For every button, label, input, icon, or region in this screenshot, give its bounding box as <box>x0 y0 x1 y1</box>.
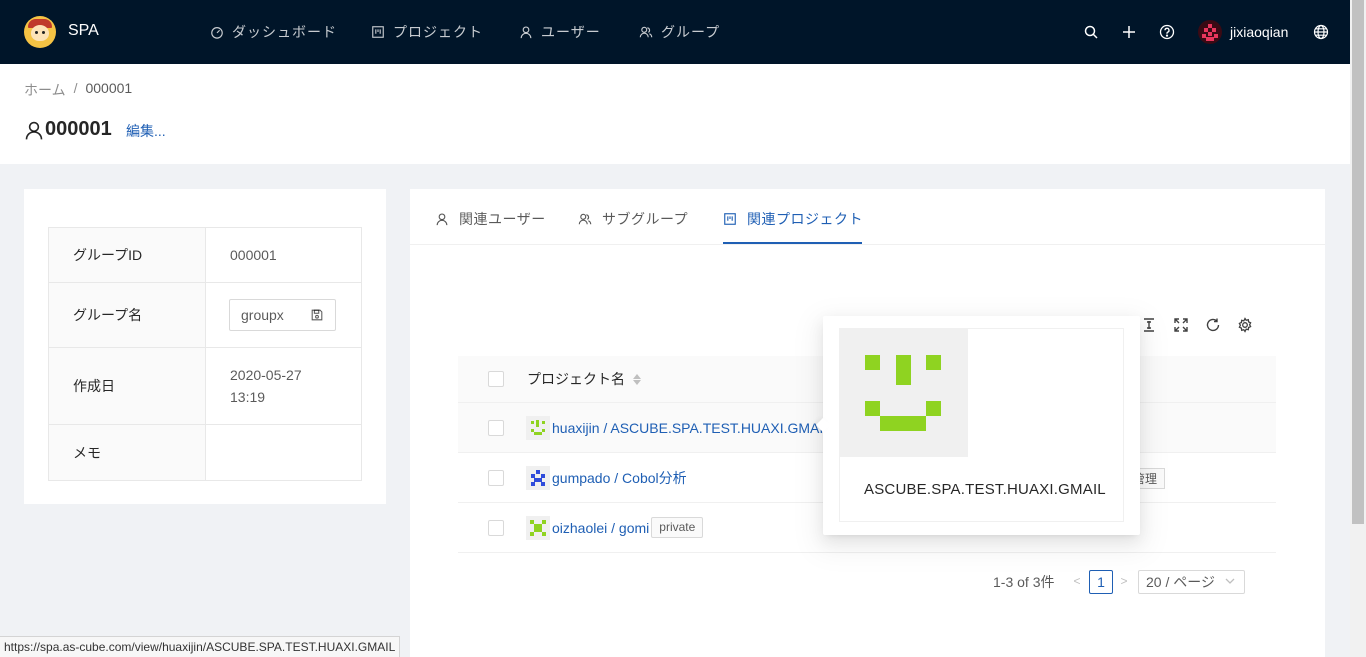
reload-icon[interactable] <box>1204 316 1222 334</box>
tab-active-indicator <box>723 242 862 244</box>
page-header: ホーム / 000001 000001 編集... <box>0 64 1350 164</box>
project-avatar <box>526 515 550 540</box>
created-value: 2020-05-27 13:19 <box>206 348 361 424</box>
page-title-text: 000001 <box>45 118 112 140</box>
desc-label: メモ <box>49 425 206 480</box>
row-checkbox[interactable] <box>488 419 504 436</box>
page-size-select[interactable]: 20 / ページ <box>1138 570 1245 594</box>
desc-label: グループ名 <box>49 283 206 347</box>
project-preview-popover: ASCUBE.SPA.TEST.HUAXI.GMAIL <box>815 316 1140 535</box>
breadcrumb-home[interactable]: ホーム <box>24 80 66 100</box>
brand-name: SPA <box>68 22 99 39</box>
browser-status-url: https://spa.as-cube.com/view/huaxijin/AS… <box>0 636 401 657</box>
breadcrumb-current: 000001 <box>85 80 133 96</box>
pagination-total: 1-3 of 3件 <box>993 574 1055 590</box>
memo-value <box>206 425 361 480</box>
group-name-input[interactable]: groupx <box>229 299 336 331</box>
desc-row-id: グループID 000001 <box>49 228 361 283</box>
nav-group[interactable]: グループ <box>639 20 720 44</box>
project-cell: huaxijin / ASCUBE.SPA.TEST.HUAXI.GMAIL <box>526 415 831 440</box>
tab-related-users[interactable]: 関連ユーザー <box>435 209 546 229</box>
plus-icon[interactable] <box>1119 22 1139 42</box>
column-header-label: プロジェクト名 <box>527 371 625 387</box>
project-avatar <box>526 465 550 490</box>
group-name-value: groupx <box>241 307 284 323</box>
pagination-prev[interactable]: < <box>1070 574 1084 588</box>
user-icon <box>436 213 448 226</box>
nav-dashboard[interactable]: ダッシュボード <box>210 20 337 44</box>
nav-label: プロジェクト <box>393 24 483 40</box>
chevron-down-icon <box>1225 578 1235 584</box>
group-descriptions: グループID 000001 グループ名 groupx 作成日 2020-05-2… <box>48 227 362 481</box>
created-time: 13:19 <box>230 389 266 405</box>
nav-label: ダッシュボード <box>232 24 337 40</box>
visibility-tag: private <box>651 517 704 538</box>
row-checkbox[interactable] <box>488 519 504 536</box>
dashboard-icon <box>211 27 223 39</box>
project-cell: oizhaolei / gomi private <box>526 515 704 540</box>
page-size-value: 20 / ページ <box>1146 574 1215 590</box>
nav-project[interactable]: プロジェクト <box>371 20 483 44</box>
logo[interactable] <box>24 16 56 48</box>
tab-subgroups[interactable]: サブグループ <box>578 209 688 229</box>
edit-link[interactable]: 編集... <box>126 121 166 141</box>
tab-bar: 関連ユーザー サブグループ 関連プロジェクト <box>410 189 1325 245</box>
avatar <box>1198 20 1222 44</box>
team-icon <box>639 26 653 38</box>
pagination-page-1[interactable]: 1 <box>1089 570 1113 594</box>
top-navigation-bar: SPA ダッシュボード プロジェクト ユーザー グループ jixiaoqian <box>0 0 1350 64</box>
group-name-cell: groupx <box>206 283 361 347</box>
user-name: jixiaoqian <box>1230 24 1289 40</box>
pagination-next[interactable]: > <box>1117 574 1131 588</box>
project-icon <box>372 26 384 38</box>
nav-user[interactable]: ユーザー <box>519 20 601 44</box>
project-cell: gumpado / Cobol分析 <box>526 465 687 490</box>
save-icon[interactable] <box>310 308 324 322</box>
project-icon <box>724 213 736 225</box>
help-icon[interactable] <box>1157 22 1177 42</box>
project-link[interactable]: gumpado / Cobol分析 <box>552 468 687 488</box>
desc-label: 作成日 <box>49 348 206 424</box>
column-height-icon[interactable] <box>1140 316 1158 334</box>
search-icon[interactable] <box>1081 22 1101 42</box>
project-link[interactable]: huaxijin / ASCUBE.SPA.TEST.HUAXI.GMAIL <box>552 420 831 436</box>
tab-label: 関連ユーザー <box>459 211 546 227</box>
user-menu[interactable]: jixiaoqian <box>1198 20 1288 44</box>
project-avatar <box>526 415 550 440</box>
user-icon <box>25 121 43 139</box>
desc-row-created: 作成日 2020-05-27 13:19 <box>49 348 361 425</box>
tab-label: 関連プロジェクト <box>747 211 863 227</box>
sort-icon[interactable] <box>633 373 641 385</box>
project-identicon <box>840 329 968 457</box>
popover-project-title: ASCUBE.SPA.TEST.HUAXI.GMAIL <box>864 481 1106 498</box>
globe-icon[interactable] <box>1311 22 1331 42</box>
tab-related-projects[interactable]: 関連プロジェクト <box>723 209 863 229</box>
breadcrumb-separator: / <box>73 80 78 96</box>
tab-label: サブグループ <box>602 211 689 227</box>
row-checkbox[interactable] <box>488 469 504 486</box>
scrollbar-thumb[interactable] <box>1352 0 1364 524</box>
nav-label: グループ <box>661 24 721 40</box>
desc-row-memo: メモ <box>49 425 361 480</box>
page-title: 000001 <box>24 118 112 141</box>
team-icon <box>578 213 592 225</box>
project-link[interactable]: oizhaolei / gomi <box>552 520 649 536</box>
desc-row-name: グループ名 groupx <box>49 283 361 348</box>
column-header-project-name[interactable]: プロジェクト名 <box>527 369 641 389</box>
user-icon <box>520 26 532 39</box>
breadcrumb: ホーム / 000001 <box>24 80 132 100</box>
fullscreen-icon[interactable] <box>1172 316 1190 334</box>
group-info-card: グループID 000001 グループ名 groupx 作成日 2020-05-2… <box>24 189 386 504</box>
nav-label: ユーザー <box>541 24 601 40</box>
desc-label: グループID <box>49 228 206 282</box>
settings-icon[interactable] <box>1236 316 1254 334</box>
group-id-value: 000001 <box>230 247 277 263</box>
project-preview-card[interactable]: ASCUBE.SPA.TEST.HUAXI.GMAIL <box>839 328 1124 522</box>
select-all-checkbox[interactable] <box>488 371 504 387</box>
created-date: 2020-05-27 <box>230 367 302 383</box>
